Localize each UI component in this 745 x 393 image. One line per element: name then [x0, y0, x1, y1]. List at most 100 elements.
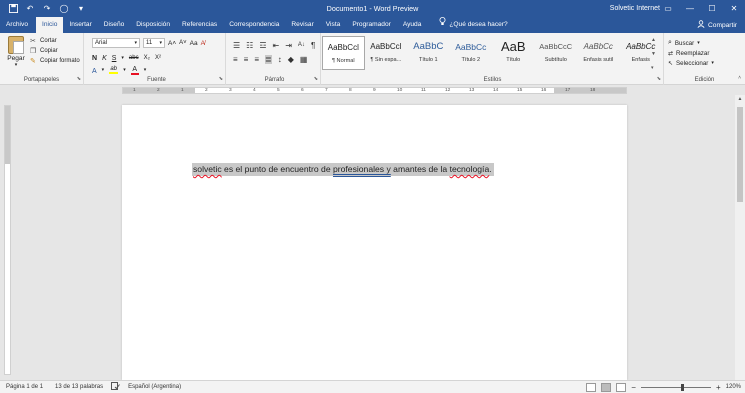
scroll-up-icon[interactable]: ▲ [735, 95, 745, 104]
font-color-button[interactable]: A [130, 66, 139, 75]
tab-programador[interactable]: Programador [346, 17, 396, 33]
superscript-button[interactable]: X² [155, 55, 161, 61]
scroll-thumb[interactable] [737, 107, 743, 202]
document-text-run[interactable]: es el punto de encuentro de [222, 164, 333, 174]
tab-correspondencia[interactable]: Correspondencia [223, 17, 285, 33]
underline-button[interactable]: S [112, 55, 117, 62]
style-subtle-emphasis[interactable]: AaBbCc Énfasis sutil [577, 36, 619, 70]
customize-icon[interactable]: ▾ [76, 4, 86, 14]
document-word[interactable]: profesionales y [333, 164, 391, 174]
replace-button[interactable]: ⇄ Reemplazar [668, 48, 714, 58]
user-name[interactable]: Solvetic Internet [610, 5, 660, 12]
redo-icon[interactable]: ↷ [42, 4, 52, 14]
multilevel-list-icon[interactable]: ☲ [259, 41, 266, 50]
dialog-launcher-icon[interactable]: ⬊ [657, 76, 661, 82]
chevron-down-icon[interactable]: ▾ [123, 67, 126, 73]
tab-disposicion[interactable]: Disposición [130, 17, 176, 33]
selected-paragraph[interactable]: solvetic es el punto de encuentro de pro… [192, 163, 494, 176]
style-subtitle[interactable]: AaBbCcC Subtítulo [535, 36, 577, 70]
horizontal-ruler[interactable]: 1 2 1 2 3 4 5 6 7 8 9 10 11 12 13 14 15 16 17 18 [0, 86, 745, 95]
align-center-icon[interactable]: ≡ [244, 55, 249, 64]
align-left-icon[interactable]: ≡ [233, 55, 238, 64]
align-right-icon[interactable]: ≡ [254, 55, 259, 64]
style-heading-1[interactable]: AaBbC Título 1 [407, 36, 449, 70]
justify-icon[interactable]: ≣ [265, 54, 272, 64]
zoom-knob[interactable] [680, 383, 684, 391]
vertical-scrollbar[interactable]: ▲ [735, 95, 745, 380]
read-mode-icon[interactable] [586, 382, 597, 392]
select-button[interactable]: ↖ Seleccionar ▾ [668, 58, 714, 68]
style-heading-2[interactable]: AaBbCc Título 2 [450, 36, 492, 70]
shading-icon[interactable]: ◆ [288, 55, 294, 64]
proofing-icon[interactable] [109, 382, 122, 392]
font-size-dropdown[interactable]: 11 ▾ [143, 38, 165, 48]
zoom-level[interactable]: 120% [726, 384, 741, 390]
zoom-out-icon[interactable]: − [631, 383, 636, 392]
style-no-spacing[interactable]: AaBbCcl ¶ Sin espa... [365, 36, 407, 70]
cut-button[interactable]: ✂ Cortar [30, 36, 80, 46]
dialog-launcher-icon[interactable]: ⬊ [77, 76, 81, 82]
show-marks-icon[interactable]: ¶ [311, 41, 315, 50]
chevron-down-icon[interactable]: ▼ [651, 51, 659, 57]
clear-format-icon[interactable]: A̸ [201, 40, 205, 47]
chevron-up-icon[interactable]: ▲ [651, 37, 659, 43]
line-spacing-icon[interactable]: ↕ [278, 55, 282, 64]
undo-icon[interactable]: ↶ [25, 4, 35, 14]
decrease-indent-icon[interactable]: ⇤ [273, 41, 280, 50]
highlight-button[interactable]: ab [109, 66, 119, 74]
dialog-launcher-icon[interactable]: ⬊ [219, 76, 223, 82]
find-button[interactable]: ⌕ Buscar ▾ [668, 38, 714, 48]
document-text-run[interactable]: amantes de la [391, 164, 450, 174]
page-count[interactable]: Página 1 de 1 [0, 384, 49, 390]
strikethrough-button[interactable]: abc [129, 55, 139, 61]
chevron-down-icon[interactable]: ▾ [5, 62, 27, 68]
tab-diseno[interactable]: Diseño [98, 17, 131, 33]
web-layout-icon[interactable] [616, 382, 627, 392]
numbering-icon[interactable]: ☷ [246, 41, 253, 50]
close-icon[interactable]: ✕ [723, 0, 745, 17]
subscript-button[interactable]: X₂ [144, 55, 150, 61]
tab-inicio[interactable]: Inicio [36, 17, 64, 33]
tab-insertar[interactable]: Insertar [63, 17, 97, 33]
vertical-ruler[interactable] [4, 105, 11, 375]
shrink-font-icon[interactable]: A˅ [179, 40, 187, 46]
paste-button[interactable]: Pegar ▾ [5, 36, 27, 68]
tab-referencias[interactable]: Referencias [176, 17, 223, 33]
tab-ayuda[interactable]: Ayuda [397, 17, 428, 33]
style-title[interactable]: AaB Título [492, 36, 534, 70]
change-case-icon[interactable]: Aa [190, 40, 198, 47]
document-word[interactable]: tecnología [450, 164, 490, 174]
sort-icon[interactable]: A↓ [298, 42, 305, 48]
tab-revisar[interactable]: Revisar [285, 17, 319, 33]
chevron-down-icon[interactable]: ▾ [121, 55, 124, 61]
style-normal[interactable]: AaBbCcl ¶ Normal [322, 36, 365, 70]
zoom-in-icon[interactable]: + [716, 383, 721, 392]
tab-archivo[interactable]: Archivo [0, 17, 34, 33]
document-text-run[interactable]: . [489, 164, 491, 174]
touch-mode-icon[interactable]: ◯ [59, 4, 69, 14]
copy-button[interactable]: ❐ Copiar [30, 46, 80, 56]
share-button[interactable]: Compartir [697, 17, 737, 33]
increase-indent-icon[interactable]: ⇥ [285, 41, 292, 50]
tell-me-search[interactable]: ¿Qué desea hacer? [433, 17, 513, 33]
format-painter-button[interactable]: ✎ Copiar formato [30, 56, 80, 66]
tab-vista[interactable]: Vista [320, 17, 347, 33]
font-name-dropdown[interactable]: Arial ▾ [92, 38, 140, 48]
document-word[interactable]: solvetic [193, 164, 222, 174]
zoom-slider[interactable] [640, 383, 711, 392]
language-indicator[interactable]: Español (Argentina) [122, 384, 187, 390]
save-icon[interactable] [8, 4, 18, 14]
dialog-launcher-icon[interactable]: ⬊ [314, 76, 318, 82]
bold-button[interactable]: N [92, 55, 97, 62]
maximize-icon[interactable]: ☐ [701, 0, 723, 17]
grow-font-icon[interactable]: A˄ [168, 40, 176, 47]
print-layout-icon[interactable] [601, 382, 612, 392]
ribbon-options-icon[interactable]: ▭ [657, 0, 679, 17]
chevron-down-icon[interactable]: ▾ [102, 67, 105, 73]
borders-icon[interactable]: ▦ [300, 55, 308, 64]
bullets-icon[interactable]: ☰ [233, 41, 240, 50]
chevron-down-icon[interactable]: ▾ [144, 67, 147, 73]
italic-button[interactable]: K [102, 55, 107, 62]
more-styles-icon[interactable]: ▾ [651, 65, 659, 71]
document-page[interactable]: solvetic es el punto de encuentro de pro… [122, 105, 627, 380]
